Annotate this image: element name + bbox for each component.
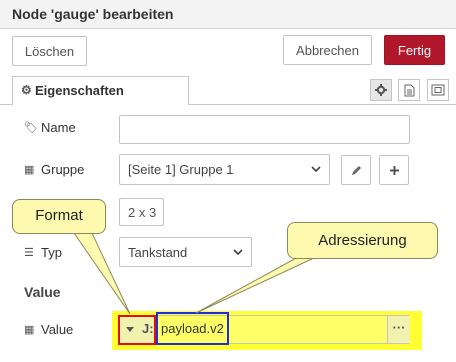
format-callout-pointer <box>73 232 131 315</box>
addressing-callout: Adressierung <box>287 222 438 259</box>
callout-pointers <box>73 232 317 315</box>
format-callout: Format <box>12 199 106 234</box>
address-callout-pointer <box>195 256 317 314</box>
